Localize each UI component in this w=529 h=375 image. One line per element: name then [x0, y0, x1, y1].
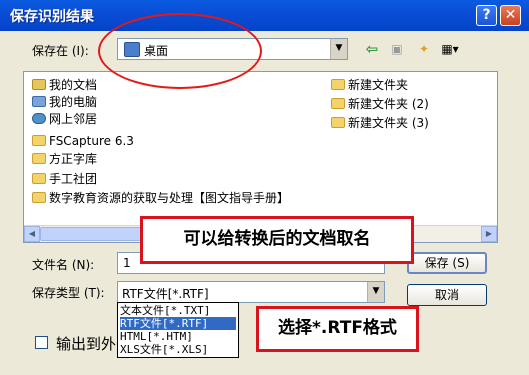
highlight-ellipse	[98, 13, 262, 89]
list-item[interactable]: 方正字库	[32, 152, 97, 167]
folder-icon	[32, 192, 46, 203]
dropdown-option-selected[interactable]: RTF文件[*.RTF]	[120, 317, 236, 330]
callout-filename-hint: 可以给转换后的文档取名	[140, 216, 414, 264]
filetype-value: RTF文件[*.RTF]	[122, 287, 209, 301]
callout-format-hint: 选择*.RTF格式	[256, 306, 419, 352]
close-button[interactable]: ✕	[500, 5, 521, 26]
folder-icon	[32, 153, 46, 164]
chevron-down-icon[interactable]: ▼	[330, 39, 347, 59]
dropdown-option[interactable]: HTML[*.HTM]	[120, 330, 236, 343]
list-item[interactable]: 数字教育资源的获取与处理【图文指导手册】	[32, 191, 289, 206]
filetype-label: 保存类型 (T):	[32, 286, 105, 300]
scroll-left-icon[interactable]: ◀	[24, 226, 40, 242]
network-icon	[32, 113, 46, 124]
view-menu-icon[interactable]: ▦▾	[440, 40, 460, 58]
folder-icon	[331, 98, 345, 109]
computer-icon	[32, 96, 46, 107]
list-item[interactable]: 手工社团	[32, 172, 97, 187]
look-in-label: 保存在 (I):	[32, 44, 89, 58]
new-folder-icon[interactable]: ✦	[414, 40, 434, 58]
filetype-combo[interactable]: RTF文件[*.RTF] ▼	[117, 281, 385, 303]
output-checkbox[interactable]	[35, 336, 48, 349]
list-item[interactable]: 新建文件夹 (2)	[331, 97, 429, 112]
save-button[interactable]: 保存 (S)	[407, 252, 487, 274]
window-title: 保存识别结果	[10, 9, 94, 25]
help-button[interactable]: ?	[476, 5, 497, 26]
up-folder-icon[interactable]: ▣	[387, 40, 407, 58]
title-bar: 保存识别结果 ? ✕	[0, 0, 529, 31]
filename-label: 文件名 (N):	[32, 258, 95, 272]
list-item[interactable]: 网上邻居	[32, 112, 97, 127]
list-item[interactable]: FSCapture 6.3	[32, 134, 134, 149]
dropdown-option[interactable]: XLS文件[*.XLS]	[120, 343, 236, 356]
filetype-dropdown[interactable]: 文本文件[*.TXT] RTF文件[*.RTF] HTML[*.HTM] XLS…	[117, 302, 239, 358]
output-checkbox-label: 输出到外	[56, 335, 117, 353]
list-item[interactable]: 我的文档	[32, 78, 97, 93]
list-item[interactable]: 我的电脑	[32, 95, 97, 110]
folder-icon	[32, 135, 46, 146]
list-item[interactable]: 新建文件夹 (3)	[331, 116, 429, 131]
scroll-right-icon[interactable]: ▶	[481, 226, 497, 242]
back-arrow-icon[interactable]: ⇦	[362, 40, 382, 58]
documents-icon	[32, 79, 46, 90]
folder-icon	[331, 117, 345, 128]
folder-icon	[331, 79, 345, 90]
cancel-button[interactable]: 取消	[407, 284, 487, 306]
folder-icon	[32, 173, 46, 184]
dropdown-option[interactable]: 文本文件[*.TXT]	[120, 304, 236, 317]
chevron-down-icon[interactable]: ▼	[367, 282, 384, 302]
list-item[interactable]: 新建文件夹	[331, 78, 408, 93]
